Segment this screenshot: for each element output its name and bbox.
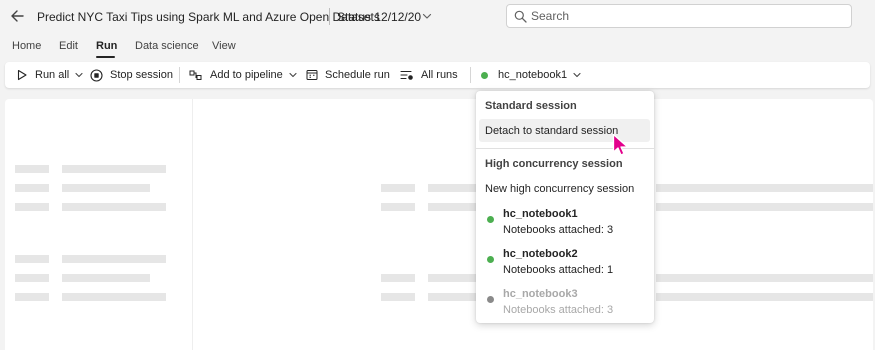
- active-tab-indicator: [96, 56, 115, 58]
- title-bar: Predict NYC Taxi Tips using Spark ML and…: [0, 0, 875, 34]
- tab-view[interactable]: View: [212, 40, 236, 52]
- skeleton-line: [428, 293, 478, 301]
- stop-session-button[interactable]: Stop session: [90, 62, 173, 88]
- mouse-cursor-icon: [612, 133, 629, 156]
- toolbar-separator: [179, 67, 180, 83]
- search-box[interactable]: [506, 4, 852, 28]
- skeleton-line: [381, 184, 415, 192]
- hc-session-name: hc_notebook3: [503, 288, 578, 300]
- skeleton-line: [15, 184, 49, 192]
- add-to-pipeline-button[interactable]: Add to pipeline: [189, 62, 298, 88]
- tab-run[interactable]: Run: [96, 40, 117, 52]
- hc-session-attached: Notebooks attached: 3: [503, 304, 614, 316]
- hc-session-name: hc_notebook1: [503, 208, 578, 220]
- tab-edit[interactable]: Edit: [59, 40, 78, 52]
- skeleton-line: [62, 274, 150, 282]
- chevron-down-icon[interactable]: [421, 10, 433, 22]
- skeleton-line: [62, 184, 150, 192]
- skeleton-line: [381, 203, 415, 211]
- standard-session-header: Standard session: [485, 100, 577, 112]
- play-icon: [17, 69, 27, 81]
- skeleton-line: [428, 274, 478, 282]
- run-all-label: Run all: [35, 69, 70, 81]
- chevron-down-icon: [573, 72, 581, 78]
- skeleton-line: [15, 203, 49, 211]
- search-input[interactable]: [529, 7, 831, 25]
- run-all-button[interactable]: Run all: [16, 62, 84, 88]
- skeleton-line: [15, 165, 49, 173]
- search-icon: [514, 10, 527, 23]
- document-status: Status 12/12/20: [337, 10, 422, 24]
- skeleton-line: [15, 255, 49, 263]
- schedule-run-button[interactable]: Schedule run: [306, 62, 390, 88]
- session-selector[interactable]: hc_notebook1: [481, 62, 582, 88]
- skeleton-line: [656, 293, 873, 301]
- hc-session-name: hc_notebook2: [503, 248, 578, 260]
- skeleton-line: [62, 293, 166, 301]
- stop-session-label: Stop session: [110, 69, 173, 81]
- skeleton-line: [15, 293, 49, 301]
- chevron-down-icon[interactable]: [74, 70, 84, 80]
- tab-home[interactable]: Home: [12, 40, 41, 52]
- active-status-dot: [487, 216, 494, 223]
- skeleton-line: [656, 184, 873, 192]
- all-runs-label: All runs: [421, 69, 458, 81]
- new-hc-session-menu-item[interactable]: New high concurrency session: [485, 183, 634, 195]
- calendar-icon: [306, 70, 318, 80]
- skeleton-line: [381, 293, 415, 301]
- stop-icon: [90, 68, 103, 82]
- inactive-status-dot: [487, 296, 494, 303]
- skeleton-line: [428, 184, 478, 192]
- list-icon: [400, 70, 413, 80]
- session-dropdown-menu: Standard session Detach to standard sess…: [476, 91, 654, 323]
- chevron-down-icon[interactable]: [288, 70, 298, 80]
- session-label: hc_notebook1: [498, 69, 568, 81]
- tab-data-science[interactable]: Data science: [135, 40, 199, 52]
- add-to-pipeline-label: Add to pipeline: [210, 69, 283, 81]
- skeleton-line: [381, 274, 415, 282]
- session-status-dot: [481, 71, 488, 79]
- skeleton-line: [62, 165, 166, 173]
- back-arrow-icon[interactable]: [8, 7, 26, 25]
- active-status-dot: [487, 256, 494, 263]
- detach-menu-item[interactable]: Detach to standard session: [485, 125, 618, 137]
- high-concurrency-header: High concurrency session: [485, 158, 623, 170]
- toolbar-separator: [470, 67, 471, 83]
- skeleton-line: [656, 274, 873, 282]
- hc-session-item[interactable]: hc_notebook1 Notebooks attached: 3: [476, 206, 654, 242]
- skeleton-line: [428, 203, 478, 211]
- toolbar: Run all Stop session Add to pipeline Sch…: [5, 62, 870, 88]
- schedule-run-label: Schedule run: [325, 69, 390, 81]
- hc-session-item[interactable]: hc_notebook2 Notebooks attached: 1: [476, 246, 654, 282]
- hc-session-attached: Notebooks attached: 3: [503, 224, 614, 236]
- skeleton-line: [62, 203, 166, 211]
- hc-session-item: hc_notebook3 Notebooks attached: 3: [476, 286, 654, 322]
- canvas-divider: [192, 99, 193, 350]
- hc-session-attached: Notebooks attached: 1: [503, 264, 614, 276]
- title-separator: [329, 8, 330, 25]
- all-runs-button[interactable]: All runs: [400, 62, 458, 88]
- skeleton-line: [656, 203, 873, 211]
- skeleton-line: [62, 255, 166, 263]
- pipeline-icon: [189, 70, 202, 80]
- skeleton-line: [15, 274, 49, 282]
- notebook-canvas: [5, 99, 873, 350]
